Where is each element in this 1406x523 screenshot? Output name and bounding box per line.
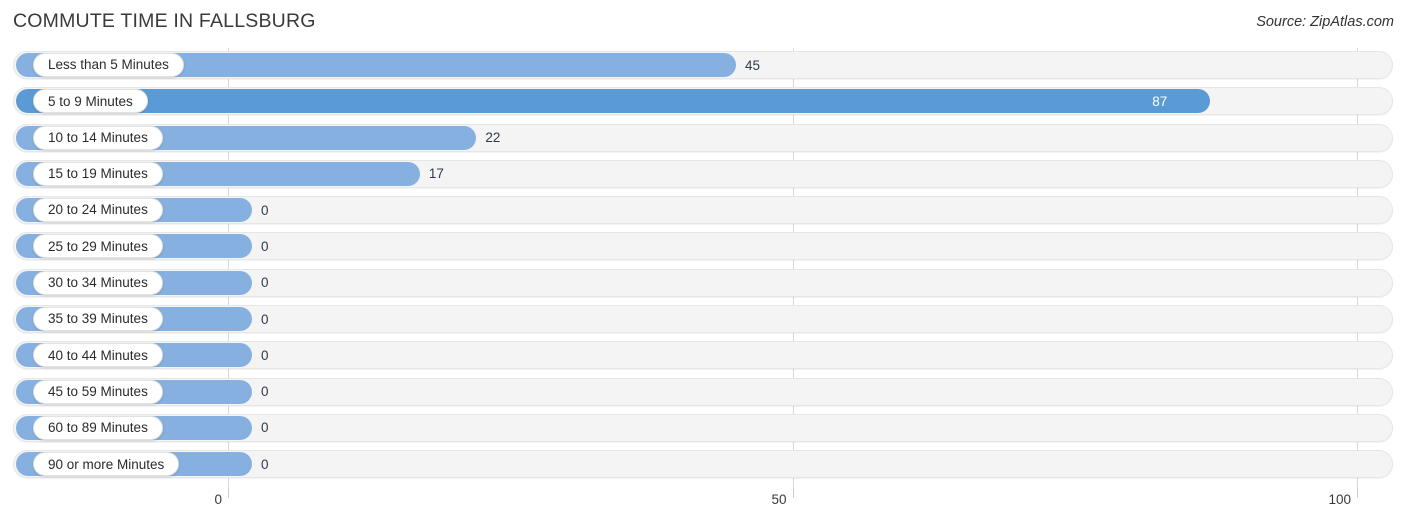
bar-value-label: 0: [261, 420, 269, 436]
bar-value-label: 0: [261, 202, 269, 218]
bar-row[interactable]: 15 to 19 Minutes 17: [0, 157, 1406, 193]
bar-value-label: 17: [428, 166, 444, 182]
bar-label-pill: 35 to 39 Minutes: [33, 307, 163, 332]
axis-tick-mark: [1357, 488, 1358, 498]
bar-row[interactable]: 5 to 9 Minutes 87: [0, 84, 1406, 120]
bar-category-label: 20 to 24 Minutes: [48, 202, 148, 218]
bar-category-label: 40 to 44 Minutes: [48, 347, 148, 363]
axis-tick-label: 0: [214, 492, 222, 507]
bar-row[interactable]: 45 to 59 Minutes 0: [0, 375, 1406, 411]
bar-category-label: 45 to 59 Minutes: [48, 383, 148, 399]
bar-value-label: 0: [261, 384, 269, 400]
bar-row[interactable]: 40 to 44 Minutes 0: [0, 338, 1406, 374]
bar-label-pill: 45 to 59 Minutes: [33, 379, 163, 404]
bar-category-label: 5 to 9 Minutes: [48, 93, 133, 109]
bar-category-label: 60 to 89 Minutes: [48, 420, 148, 436]
bar-category-label: 10 to 14 Minutes: [48, 129, 148, 145]
bar-value-label: 45: [745, 57, 761, 73]
bar-category-label: 90 or more Minutes: [48, 456, 165, 472]
bar-label-pill: 15 to 19 Minutes: [33, 161, 163, 186]
bar-category-label: Less than 5 Minutes: [48, 57, 169, 73]
axis-tick-label: 50: [771, 492, 787, 507]
source-attribution: Source: ZipAtlas.com: [1256, 14, 1394, 30]
x-axis: 0 50 100: [0, 488, 1406, 523]
bar-label-pill: Less than 5 Minutes: [33, 53, 184, 77]
bar-value-label: 0: [261, 238, 269, 254]
bar-label-pill: 60 to 89 Minutes: [33, 415, 163, 440]
bar-label-pill: 90 or more Minutes: [33, 452, 180, 477]
axis-tick-mark: [792, 488, 794, 498]
bar-value-label: 87: [1152, 93, 1168, 109]
bar-row[interactable]: 10 to 14 Minutes 22: [0, 121, 1406, 157]
bar-row[interactable]: 25 to 29 Minutes 0: [0, 229, 1406, 265]
bar-category-label: 25 to 29 Minutes: [48, 238, 148, 254]
page-title: COMMUTE TIME IN FALLSBURG: [13, 10, 316, 32]
bar-row[interactable]: 90 or more Minutes 0: [0, 447, 1406, 483]
bar-label-pill: 10 to 14 Minutes: [33, 125, 163, 150]
bar-value-label: 0: [261, 311, 269, 327]
bar-category-label: 35 to 39 Minutes: [48, 311, 148, 327]
bar-value-label: 0: [261, 347, 269, 363]
bar-label-pill: 40 to 44 Minutes: [33, 343, 163, 368]
bar-row[interactable]: 20 to 24 Minutes 0: [0, 193, 1406, 229]
bar-row[interactable]: 60 to 89 Minutes 0: [0, 411, 1406, 447]
bar-row[interactable]: 30 to 34 Minutes 0: [0, 266, 1406, 302]
bar-category-label: 30 to 34 Minutes: [48, 275, 148, 291]
bar-value-label: 0: [261, 275, 269, 291]
plot-area: Less than 5 Minutes 45 5 to 9 Minutes 87 10 …: [0, 48, 1406, 488]
bar[interactable]: [16, 89, 1211, 114]
bar-row[interactable]: 35 to 39 Minutes 0: [0, 302, 1406, 338]
bar-label-pill: 20 to 24 Minutes: [33, 198, 163, 223]
axis-tick-label: 100: [1328, 492, 1351, 507]
bar-row[interactable]: Less than 5 Minutes 45: [0, 48, 1406, 84]
bar-label-pill: 30 to 34 Minutes: [33, 270, 163, 295]
bar-label-pill: 25 to 29 Minutes: [33, 234, 163, 259]
bar-label-pill: 5 to 9 Minutes: [33, 89, 148, 114]
chart-container: COMMUTE TIME IN FALLSBURG Source: ZipAtl…: [0, 0, 1406, 523]
bar-rows: Less than 5 Minutes 45 5 to 9 Minutes 87 10 …: [0, 48, 1406, 484]
bar-value-label: 22: [485, 130, 501, 146]
bar-value-label: 0: [261, 456, 269, 472]
bar-category-label: 15 to 19 Minutes: [48, 166, 148, 182]
axis-tick-mark: [228, 488, 229, 498]
